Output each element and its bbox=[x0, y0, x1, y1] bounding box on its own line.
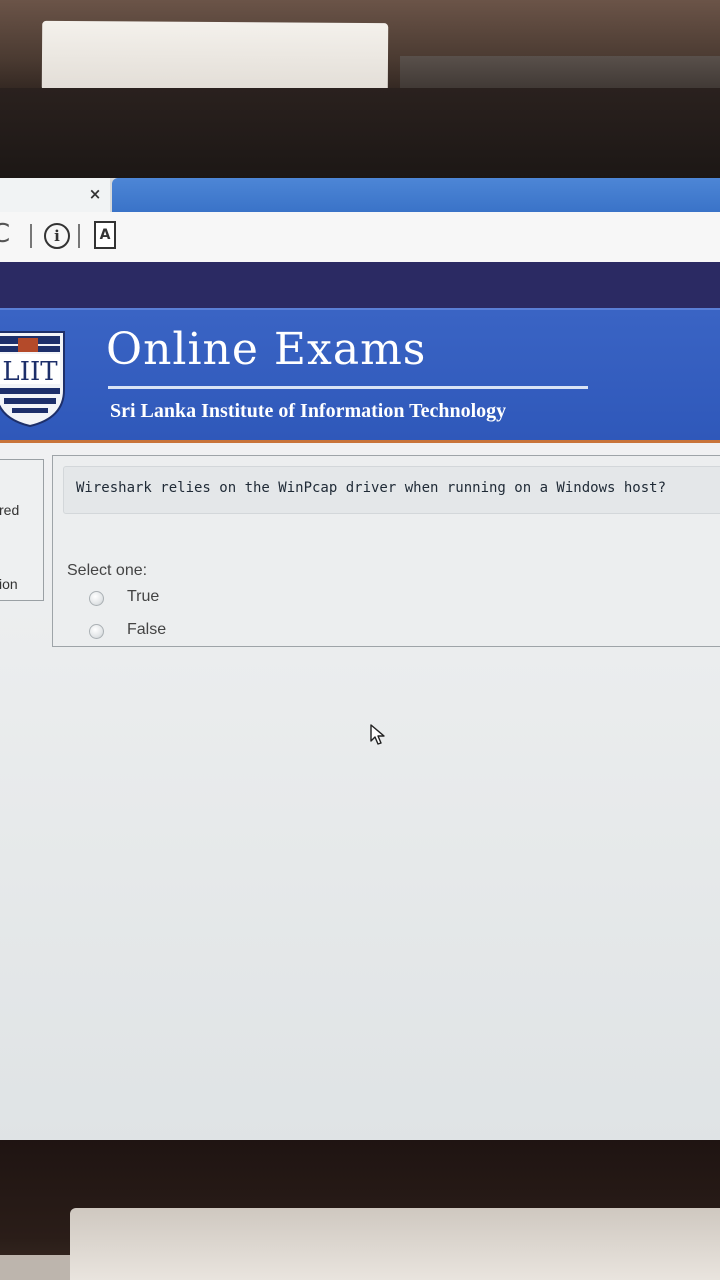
logo-text: LIIT bbox=[2, 357, 58, 387]
close-icon[interactable]: × bbox=[86, 185, 104, 203]
banner-divider bbox=[108, 386, 588, 389]
address-bar: C i A bbox=[0, 212, 720, 263]
info-icon[interactable]: i bbox=[44, 223, 70, 249]
mouse-cursor-icon bbox=[370, 724, 386, 746]
toolbar-divider bbox=[30, 224, 32, 248]
pdf-icon[interactable]: A bbox=[94, 221, 116, 249]
question-status-label: red bbox=[0, 502, 20, 518]
page-title: Online Exams bbox=[106, 324, 427, 375]
site-banner: LIIT Online Exams Sri Lanka Institute of… bbox=[0, 308, 720, 443]
flag-question-label[interactable]: ion bbox=[0, 576, 18, 592]
answer-option-label[interactable]: False bbox=[127, 621, 166, 639]
browser-tab[interactable]: × bbox=[0, 178, 110, 214]
question-info-panel: red ion bbox=[0, 459, 44, 601]
laptop-bezel-top bbox=[0, 88, 720, 180]
answer-option-label[interactable]: True bbox=[127, 588, 159, 606]
question-card: Wireshark relies on the WinPcap driver w… bbox=[52, 455, 720, 647]
site-navbar bbox=[0, 262, 720, 308]
institute-name: Sri Lanka Institute of Information Techn… bbox=[110, 400, 507, 422]
laptop-screen: × C i A LIIT Online Exams Sri Lanka Inst… bbox=[0, 178, 720, 1146]
browser-tabstrip: × bbox=[0, 178, 720, 214]
laptop-base-corner bbox=[0, 1255, 70, 1280]
main-content: red ion Wireshark relies on the WinPcap … bbox=[0, 443, 720, 1146]
question-text-box: Wireshark relies on the WinPcap driver w… bbox=[63, 466, 720, 514]
reload-icon[interactable]: C bbox=[0, 220, 20, 248]
radio-button[interactable] bbox=[89, 624, 104, 639]
laptop-base bbox=[70, 1208, 720, 1280]
toolbar-divider bbox=[78, 224, 80, 248]
white-box-object bbox=[41, 20, 389, 94]
question-text: Wireshark relies on the WinPcap driver w… bbox=[76, 480, 667, 496]
answer-prompt: Select one: bbox=[67, 562, 148, 579]
sliit-logo: LIIT bbox=[0, 330, 66, 428]
new-tab-area[interactable] bbox=[112, 178, 720, 212]
radio-button[interactable] bbox=[89, 591, 104, 606]
